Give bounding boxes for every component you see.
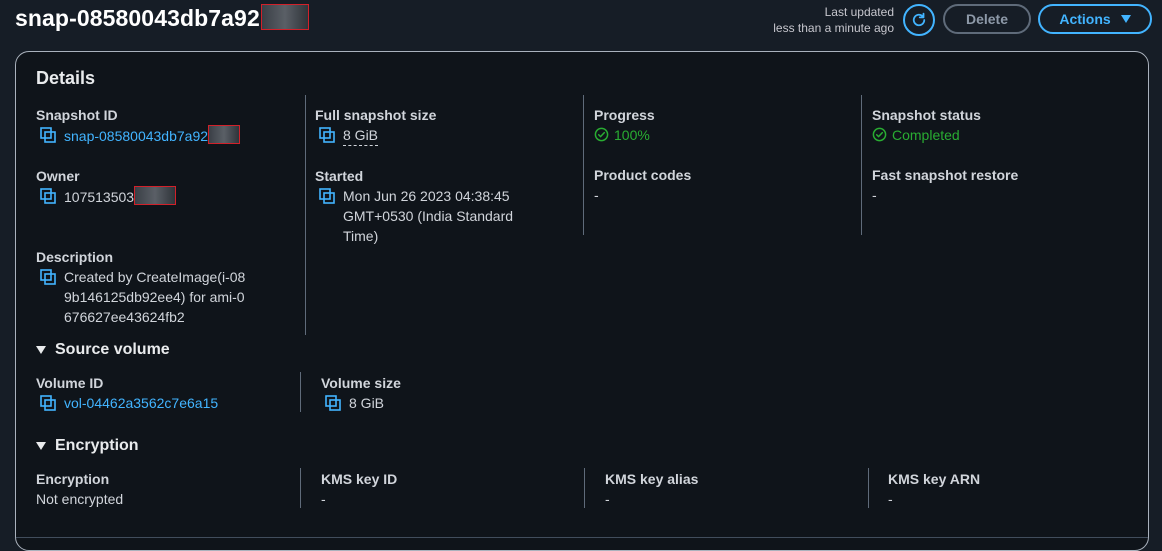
- owner-label: Owner: [36, 168, 80, 184]
- encryption-value: Not encrypted: [36, 491, 124, 507]
- volume-id-label: Volume ID: [36, 375, 104, 391]
- check-circle-icon: [872, 125, 888, 145]
- column-divider: [300, 372, 301, 412]
- encryption-column-2: KMS key ID -: [321, 469, 581, 509]
- owner-value: 107513503: [36, 186, 296, 207]
- caret-down-icon: [1120, 15, 1131, 23]
- encryption-label: Encryption: [36, 471, 110, 487]
- actions-button[interactable]: Actions: [1038, 4, 1152, 34]
- column-divider: [583, 95, 584, 235]
- snapshot-id-value: snap-08580043db7a92: [36, 125, 296, 146]
- column-divider: [300, 468, 301, 508]
- check-circle-icon: [594, 125, 610, 145]
- last-updated: Last updated less than a minute ago: [773, 4, 894, 36]
- volume-size-label: Volume size: [321, 375, 401, 391]
- details-column-2: Full snapshot size 8 GiB Started Mon Jun…: [315, 105, 575, 246]
- description-label: Description: [36, 249, 114, 265]
- source-volume-column-1: Volume ID vol-04462a3562c7e6a15: [36, 373, 296, 413]
- volume-size-value: 8 GiB: [321, 393, 581, 413]
- kms-key-id-value: -: [321, 491, 326, 507]
- column-divider: [868, 468, 869, 508]
- column-divider: [305, 95, 306, 335]
- copy-icon[interactable]: [40, 393, 58, 413]
- source-volume-column-2: Volume size 8 GiB: [321, 373, 581, 413]
- product-codes-value: -: [594, 187, 599, 203]
- snapshot-status-label: Snapshot status: [872, 107, 981, 123]
- delete-button[interactable]: Delete: [943, 4, 1031, 34]
- delete-button-label: Delete: [965, 11, 1009, 27]
- refresh-button[interactable]: [903, 4, 935, 36]
- copy-icon[interactable]: [40, 267, 58, 287]
- details-panel: Details Snapshot ID snap-08580043db7a92 …: [15, 51, 1149, 551]
- source-volume-title: Source volume: [55, 341, 170, 358]
- started-label: Started: [315, 168, 364, 184]
- copy-icon[interactable]: [40, 186, 58, 206]
- snapshot-id-link[interactable]: snap-08580043db7a92: [64, 125, 241, 146]
- redaction-mark: [260, 4, 309, 30]
- source-volume-toggle[interactable]: Source volume: [36, 341, 170, 359]
- full-size-value: 8 GiB: [315, 125, 575, 146]
- started-value: Mon Jun 26 2023 04:38:45 GMT+0530 (India…: [315, 186, 575, 246]
- caret-down-icon: [36, 346, 46, 354]
- page-title: snap-08580043db7a92: [15, 4, 309, 32]
- copy-icon[interactable]: [319, 125, 337, 145]
- encryption-toggle[interactable]: Encryption: [36, 437, 139, 455]
- snapshot-id-label: Snapshot ID: [36, 107, 118, 123]
- redaction-mark: [134, 186, 177, 205]
- description-value: Created by CreateImage(i-089b146125db92e…: [36, 267, 296, 327]
- volume-id-link[interactable]: vol-04462a3562c7e6a15: [64, 393, 218, 413]
- refresh-icon: [912, 12, 926, 27]
- details-column-1: Snapshot ID snap-08580043db7a92 Owner 10…: [36, 105, 296, 327]
- kms-key-arn-value: -: [888, 491, 893, 507]
- caret-down-icon: [36, 442, 46, 450]
- fast-restore-value: -: [872, 187, 877, 203]
- kms-key-id-label: KMS key ID: [321, 471, 398, 487]
- encryption-column-3: KMS key alias -: [605, 469, 865, 509]
- volume-size-text: 8 GiB: [349, 395, 385, 411]
- encryption-column-4: KMS key ARN -: [888, 469, 1138, 509]
- copy-icon[interactable]: [319, 186, 337, 206]
- last-updated-label: Last updated: [824, 5, 894, 19]
- full-size-label: Full snapshot size: [315, 107, 437, 123]
- fast-restore-label: Fast snapshot restore: [872, 167, 1019, 183]
- column-divider: [584, 468, 585, 508]
- snapshot-status-value: Completed: [872, 125, 1132, 145]
- redaction-mark: [208, 125, 241, 144]
- product-codes-label: Product codes: [594, 167, 692, 183]
- started-text: Mon Jun 26 2023 04:38:45 GMT+0530 (India…: [343, 188, 514, 244]
- copy-icon[interactable]: [40, 125, 58, 145]
- details-title: Details: [36, 68, 96, 88]
- volume-id-value: vol-04462a3562c7e6a15: [36, 393, 296, 413]
- page-title-text: snap-08580043db7a92: [15, 5, 260, 31]
- copy-icon[interactable]: [325, 393, 343, 413]
- kms-key-alias-value: -: [605, 491, 610, 507]
- progress-value: 100%: [594, 125, 854, 145]
- kms-key-alias-label: KMS key alias: [605, 471, 699, 487]
- description-text: Created by CreateImage(i-089b146125db92e…: [64, 269, 246, 325]
- progress-label: Progress: [594, 107, 655, 123]
- actions-button-label: Actions: [1059, 11, 1111, 27]
- details-column-4: Snapshot status Completed Fast snapshot …: [872, 105, 1132, 205]
- full-size-text[interactable]: 8 GiB: [343, 125, 379, 146]
- kms-key-arn-label: KMS key ARN: [888, 471, 981, 487]
- last-updated-value: less than a minute ago: [773, 21, 894, 35]
- progress-text: 100%: [614, 127, 650, 143]
- encryption-column-1: Encryption Not encrypted: [36, 469, 296, 509]
- snapshot-status-text: Completed: [892, 127, 960, 143]
- page-header: snap-08580043db7a92 Last updated less th…: [0, 0, 1162, 50]
- column-divider: [861, 95, 862, 235]
- panel-divider: [16, 537, 1148, 538]
- details-column-3: Progress 100% Product codes -: [594, 105, 854, 205]
- encryption-title: Encryption: [55, 437, 139, 454]
